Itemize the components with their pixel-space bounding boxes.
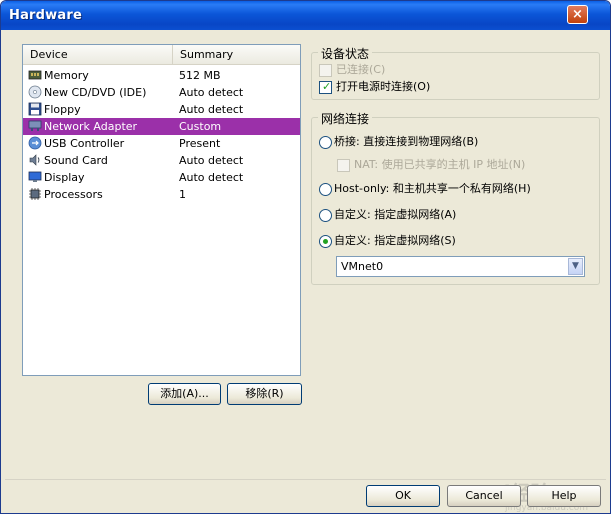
device-status-title: 设备状态: [318, 45, 373, 62]
device-name: Sound Card: [44, 154, 108, 167]
device-summary: 1: [179, 188, 186, 201]
host-only-label: Host-only: 和主机共享一个私有网络(H): [334, 182, 531, 195]
nat-replicate-label: NAT: 使用已共享的主机 IP 地址(N): [354, 158, 526, 171]
device-row[interactable]: New CD/DVD (IDE) Auto detect: [23, 84, 300, 101]
nat-replicate-checkbox[interactable]: [337, 159, 350, 172]
title-bar: Hardware ×: [1, 1, 610, 30]
hardware-dialog: Hardware × Device Summary Memory 512 MB Ne…: [0, 0, 611, 514]
ok-button[interactable]: OK: [366, 485, 440, 507]
device-summary: Auto detect: [179, 103, 244, 116]
device-row[interactable]: Processors 1: [23, 186, 300, 203]
device-summary: Auto detect: [179, 86, 244, 99]
device-summary: Present: [179, 137, 221, 150]
host-only-radio[interactable]: [319, 183, 332, 196]
processor-icon: [28, 187, 42, 201]
chevron-down-icon[interactable]: ▼: [568, 258, 583, 275]
cancel-button[interactable]: Cancel: [447, 485, 521, 507]
device-name: USB Controller: [44, 137, 125, 150]
connect-at-power-on-checkbox[interactable]: ✓: [319, 80, 332, 94]
connected-label: 已连接(C): [336, 63, 386, 76]
window-title: Hardware: [9, 8, 82, 23]
dialog-client: Device Summary Memory 512 MB New CD/DVD (I…: [5, 30, 606, 513]
device-name: Processors: [44, 188, 103, 201]
device-row[interactable]: Memory 512 MB: [23, 67, 300, 84]
help-button[interactable]: Help: [527, 485, 601, 507]
cd-dvd-icon: [28, 85, 42, 99]
custom-a-radio[interactable]: [319, 209, 332, 222]
device-summary: Custom: [179, 120, 222, 133]
network-adapter-icon: [28, 119, 42, 133]
close-button[interactable]: ×: [567, 5, 588, 24]
memory-icon: [28, 68, 42, 82]
device-row[interactable]: USB Controller Present: [23, 135, 300, 152]
speaker-icon: [28, 153, 42, 167]
device-name: Memory: [44, 69, 89, 82]
network-connection-title: 网络连接: [318, 110, 373, 127]
device-status-group: 设备状态 已连接(C) ✓ 打开电源时连接(O): [311, 45, 600, 100]
device-name: Floppy: [44, 103, 81, 116]
checkmark-icon: ✓: [322, 80, 332, 93]
device-row[interactable]: Network Adapter Custom: [23, 118, 300, 135]
device-summary: Auto detect: [179, 154, 244, 167]
device-summary: Auto detect: [179, 171, 244, 184]
device-summary: 512 MB: [179, 69, 221, 82]
connected-checkbox[interactable]: [319, 64, 332, 77]
floppy-icon: [28, 102, 42, 116]
device-name: Display: [44, 171, 85, 184]
device-list: Device Summary Memory 512 MB New CD/DVD (I…: [22, 44, 301, 376]
monitor-icon: [28, 170, 42, 184]
device-row[interactable]: Display Auto detect: [23, 169, 300, 186]
custom-a-label: 自定义: 指定虚拟网络(A): [334, 208, 457, 221]
remove-button[interactable]: 移除(R): [227, 383, 302, 405]
custom-s-radio[interactable]: [319, 235, 332, 248]
column-header-summary[interactable]: Summary: [173, 45, 300, 64]
add-button[interactable]: 添加(A)...: [148, 383, 221, 405]
radio-dot-icon: [323, 239, 328, 244]
network-connection-group: 网络连接 桥接: 直接连接到物理网络(B) NAT: 使用已共享的主机 IP 地…: [311, 110, 600, 285]
vmnet-select-value: VMnet0: [341, 260, 384, 273]
device-row[interactable]: Floppy Auto detect: [23, 101, 300, 118]
connect-at-power-on-label: 打开电源时连接(O): [336, 80, 431, 93]
custom-s-label: 自定义: 指定虚拟网络(S): [334, 234, 456, 247]
column-header-device[interactable]: Device: [23, 45, 173, 64]
device-name: Network Adapter: [44, 120, 138, 133]
device-rows: Memory 512 MB New CD/DVD (IDE) Auto detect F…: [23, 67, 300, 203]
bridged-radio[interactable]: [319, 136, 332, 149]
device-name: New CD/DVD (IDE): [44, 86, 147, 99]
device-list-header: Device Summary: [23, 45, 300, 65]
vmnet-select[interactable]: VMnet0 ▼: [336, 256, 585, 277]
usb-icon: [28, 136, 42, 150]
device-row[interactable]: Sound Card Auto detect: [23, 152, 300, 169]
bridged-label: 桥接: 直接连接到物理网络(B): [334, 135, 479, 148]
